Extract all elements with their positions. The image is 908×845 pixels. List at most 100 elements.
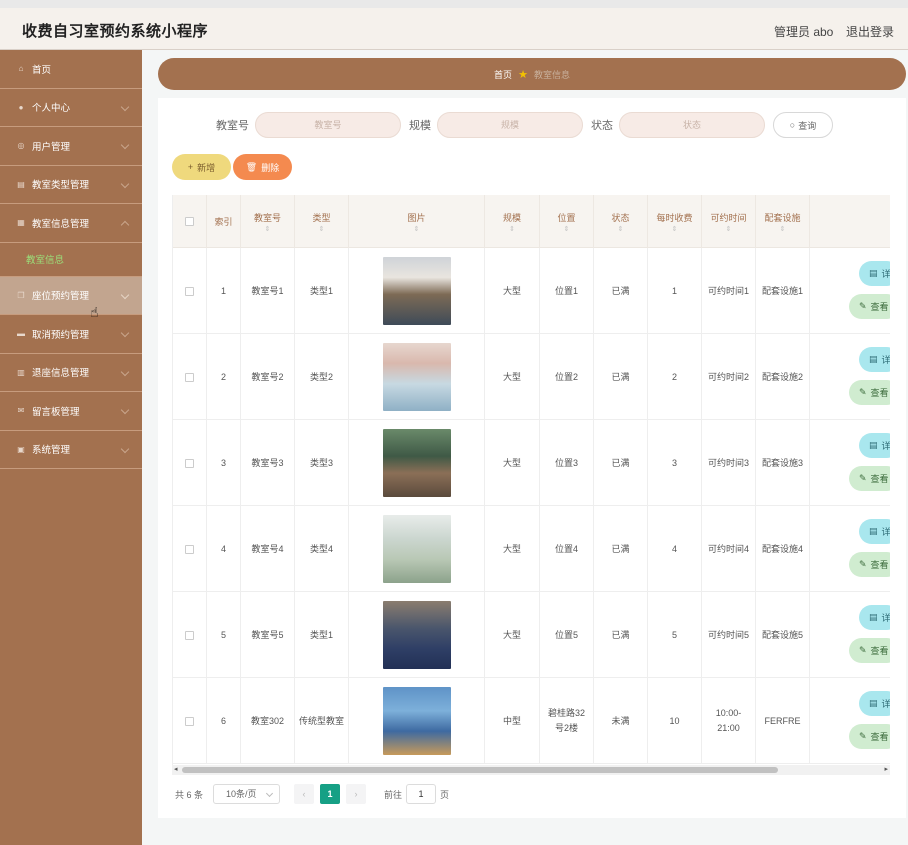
room-number-input[interactable]: 教室号 xyxy=(255,112,401,138)
detail-button-label: 详 xyxy=(881,613,890,623)
col-header-time[interactable]: 可约时间 ⇕ xyxy=(702,195,756,248)
goto-page-input[interactable]: 1 xyxy=(406,784,437,804)
view-button[interactable]: ✎ 查看 xyxy=(849,724,890,749)
horizontal-scrollbar[interactable]: ◂ ▸ xyxy=(172,765,890,775)
detail-button[interactable]: ▤ 详 xyxy=(859,433,890,458)
col-header-label: 位置 xyxy=(557,212,576,223)
scale-input[interactable]: 规模 xyxy=(437,112,583,138)
search-label-scale: 规模 xyxy=(409,120,431,132)
prev-page-button[interactable]: ‹ xyxy=(294,784,315,804)
row-checkbox[interactable] xyxy=(185,286,194,296)
col-header-index[interactable]: 索引 xyxy=(207,195,241,248)
classroom-photo[interactable] xyxy=(382,257,451,325)
classroom-photo[interactable] xyxy=(382,343,451,411)
cell-select xyxy=(173,506,207,592)
sort-icon[interactable]: ⇕ xyxy=(618,226,624,233)
row-checkbox[interactable] xyxy=(185,630,194,640)
sidebar-item-label: 个人中心 xyxy=(32,103,71,115)
view-button[interactable]: ✎ 查看 xyxy=(849,552,890,577)
sort-icon[interactable]: ⇕ xyxy=(780,226,786,233)
status-input[interactable]: 状态 xyxy=(619,112,765,138)
col-header-scale[interactable]: 规模 ⇕ xyxy=(485,195,540,248)
sidebar-item-seat-return[interactable]: ▥ 退座信息管理 xyxy=(0,354,142,392)
sort-icon[interactable]: ⇕ xyxy=(414,226,420,233)
cell-status: 未满 xyxy=(594,678,648,764)
sidebar-item-system[interactable]: ▣ 系统管理 xyxy=(0,431,142,469)
detail-button-label: 详 xyxy=(881,269,890,279)
star-icon: ★ xyxy=(518,68,528,81)
user-icon: ● xyxy=(18,102,24,112)
sidebar-item-message-board[interactable]: ✉ 留言板管理 xyxy=(0,392,142,431)
col-header-room[interactable]: 教室号 ⇕ xyxy=(241,195,295,248)
sort-icon[interactable]: ⇕ xyxy=(672,226,678,233)
row-checkbox[interactable] xyxy=(185,458,194,468)
sidebar-item-home[interactable]: ⌂ 首页 xyxy=(0,50,142,89)
detail-button[interactable]: ▤ 详 xyxy=(859,261,890,286)
view-button[interactable]: ✎ 查看 xyxy=(849,294,890,319)
select-all-checkbox[interactable] xyxy=(185,217,194,226)
doc-icon: ▤ xyxy=(869,612,878,622)
page-number-button[interactable]: 1 xyxy=(320,784,341,804)
sort-icon[interactable]: ⇕ xyxy=(726,226,732,233)
cell-time: 可约时间4 xyxy=(702,506,756,592)
edit-icon: ✎ xyxy=(859,645,867,655)
scroll-right-icon[interactable]: ▸ xyxy=(884,765,888,773)
detail-button[interactable]: ▤ 详 xyxy=(859,691,890,716)
sidebar-item-room-types[interactable]: ▤ 教室类型管理 xyxy=(0,166,142,204)
classroom-photo[interactable] xyxy=(382,601,451,669)
edit-icon: ✎ xyxy=(859,731,867,741)
sidebar-item-seat-booking[interactable]: ❐ 座位预约管理 xyxy=(0,276,142,315)
cell-facility: 配套设施4 xyxy=(756,506,810,592)
cell-location: 位置4 xyxy=(540,506,594,592)
view-button[interactable]: ✎ 查看 xyxy=(849,638,890,663)
sidebar-item-label: 教室类型管理 xyxy=(32,180,90,192)
scroll-thumb[interactable] xyxy=(182,767,778,773)
cell-time: 可约时间2 xyxy=(702,334,756,420)
sidebar-item-room-info[interactable]: ▦ 教室信息管理 xyxy=(0,204,142,243)
col-header-fee[interactable]: 每时收费 ⇕ xyxy=(648,195,702,248)
breadcrumb-home[interactable]: 首页 xyxy=(494,68,512,81)
sidebar-item-cancel-booking[interactable]: ▬ 取消预约管理 xyxy=(0,315,142,354)
cell-index: 6 xyxy=(207,678,241,764)
sort-icon[interactable]: ⇕ xyxy=(319,226,325,233)
classroom-photo[interactable] xyxy=(382,429,451,497)
detail-button[interactable]: ▤ 详 xyxy=(859,605,890,630)
sidebar-item-users[interactable]: ◎ 用户管理 xyxy=(0,127,142,166)
view-button[interactable]: ✎ 查看 xyxy=(849,380,890,405)
classroom-photo[interactable] xyxy=(382,687,451,755)
logout-button[interactable]: 退出登录 xyxy=(846,23,894,40)
col-header-facility[interactable]: 配套设施 ⇕ xyxy=(756,195,810,248)
view-button[interactable]: ✎ 查看 xyxy=(849,466,890,491)
col-header-status[interactable]: 状态 ⇕ xyxy=(594,195,648,248)
detail-button[interactable]: ▤ 详 xyxy=(859,519,890,544)
search-button[interactable]: ○ 查询 xyxy=(773,112,833,138)
sort-icon[interactable]: ⇕ xyxy=(509,226,515,233)
add-button[interactable]: + 新增 xyxy=(172,154,231,180)
col-header-image[interactable]: 图片 ⇕ xyxy=(349,195,485,248)
col-header-type[interactable]: 类型 ⇕ xyxy=(295,195,349,248)
row-checkbox[interactable] xyxy=(185,716,194,726)
classroom-photo[interactable] xyxy=(382,515,451,583)
cell-room: 教室号2 xyxy=(241,334,295,420)
col-header-label: 每时收费 xyxy=(656,212,693,223)
row-checkbox[interactable] xyxy=(185,372,194,382)
next-page-button[interactable]: › xyxy=(346,784,367,804)
view-button-label: 查看 xyxy=(870,302,889,312)
edit-icon: ✎ xyxy=(859,473,867,483)
sidebar-item-profile[interactable]: ● 个人中心 xyxy=(0,89,142,127)
col-header-location[interactable]: 位置 ⇕ xyxy=(540,195,594,248)
chevron-down-icon xyxy=(120,328,130,338)
delete-button[interactable]: 🗑 删除 xyxy=(233,154,292,180)
sort-icon[interactable]: ⇕ xyxy=(265,226,271,233)
cell-facility: 配套设施3 xyxy=(756,420,810,506)
page-size-select[interactable]: 10条/页 xyxy=(213,784,281,804)
view-button-label: 查看 xyxy=(870,474,889,484)
scroll-left-icon[interactable]: ◂ xyxy=(174,765,178,773)
detail-button[interactable]: ▤ 详 xyxy=(859,347,890,372)
page-unit-label: 页 xyxy=(440,789,450,800)
cell-room: 教室号3 xyxy=(241,420,295,506)
cell-status: 已满 xyxy=(594,420,648,506)
row-checkbox[interactable] xyxy=(185,544,194,554)
submenu-room-info[interactable]: 教室信息 xyxy=(0,243,142,277)
sort-icon[interactable]: ⇕ xyxy=(564,226,570,233)
